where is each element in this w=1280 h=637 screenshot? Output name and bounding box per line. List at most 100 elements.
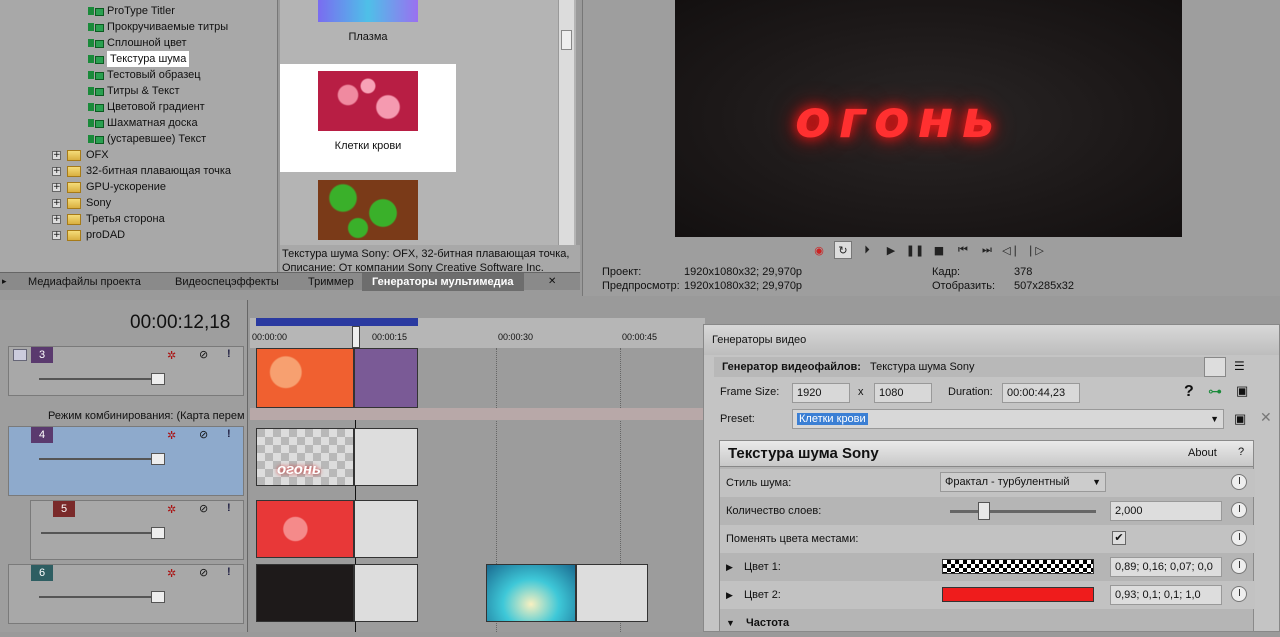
clip-tail[interactable] bbox=[576, 564, 648, 622]
clip-noise-orange[interactable] bbox=[256, 348, 354, 408]
loop-icon[interactable]: ↻ bbox=[834, 241, 852, 259]
level-slider[interactable] bbox=[39, 596, 159, 598]
play-from-start-icon[interactable]: ⏵ bbox=[858, 241, 876, 259]
solo-icon[interactable]: ! bbox=[227, 502, 231, 514]
stop-icon[interactable]: ■ bbox=[930, 241, 948, 259]
color2-swatch[interactable] bbox=[942, 587, 1094, 602]
keyframe-icon[interactable] bbox=[1231, 502, 1247, 518]
tree-folder[interactable]: + proDAD bbox=[52, 227, 125, 243]
color1-field[interactable]: 0,89; 0,16; 0,07; 0,0 bbox=[1110, 557, 1222, 577]
noise-style-dropdown[interactable]: Фрактал - турбулентный ▼ bbox=[940, 472, 1106, 492]
expand-icon[interactable]: + bbox=[52, 214, 61, 224]
playhead-handle[interactable] bbox=[352, 326, 360, 348]
timeline-ruler[interactable]: 00:00:00 00:00:15 00:00:30 00:00:45 bbox=[250, 318, 705, 348]
color2-field[interactable]: 0,93; 0,1; 0,1; 1,0 bbox=[1110, 585, 1222, 605]
play-icon[interactable]: ▶ bbox=[882, 241, 900, 259]
tab-close-icon[interactable]: ✕ bbox=[548, 276, 556, 287]
scroll-thumb[interactable] bbox=[561, 30, 572, 50]
expand-icon[interactable]: + bbox=[52, 182, 61, 192]
thumb-blood-cells[interactable]: Клетки крови bbox=[280, 64, 456, 172]
tab-media-generators[interactable]: Генераторы мультимедиа bbox=[362, 273, 524, 291]
clip-tail[interactable] bbox=[354, 564, 418, 622]
about-button[interactable]: About bbox=[1188, 447, 1217, 459]
preset-dropdown[interactable]: Клетки крови ▼ bbox=[792, 409, 1224, 429]
solo-icon[interactable]: ! bbox=[227, 566, 231, 578]
level-slider[interactable] bbox=[39, 378, 159, 380]
tab-scroll-icon[interactable]: ▸ bbox=[2, 276, 7, 287]
track-header-child[interactable]: 5 ✲ ⊘ ! bbox=[30, 500, 244, 560]
track-header[interactable]: 3 ✲ ⊘ ! bbox=[8, 346, 244, 396]
clip-noise-red[interactable] bbox=[256, 500, 354, 558]
tree-item[interactable]: Цветовой градиент bbox=[88, 99, 205, 115]
fx-icon[interactable]: ✲ bbox=[167, 567, 176, 580]
track-header[interactable]: 6 ✲ ⊘ ! bbox=[8, 564, 244, 624]
keyframe-icon[interactable] bbox=[1231, 530, 1247, 546]
solo-icon[interactable]: ! bbox=[227, 348, 231, 360]
duration-field[interactable]: 00:00:44,23 bbox=[1002, 383, 1080, 403]
width-field[interactable]: 1920 bbox=[792, 383, 850, 403]
thumb-plasma[interactable]: Плазма bbox=[280, 0, 456, 62]
help-button[interactable]: ? bbox=[1238, 446, 1244, 458]
tree-item[interactable]: Шахматная доска bbox=[88, 115, 198, 131]
layers-slider[interactable] bbox=[950, 510, 1096, 513]
tree-item-selected[interactable]: Текстура шума bbox=[88, 51, 190, 67]
fx-icon[interactable]: ✲ bbox=[167, 429, 176, 442]
expand-arrow-icon[interactable]: ▶ bbox=[726, 562, 733, 572]
view-toggle-icon[interactable] bbox=[1204, 357, 1226, 377]
clip-text[interactable]: огонь bbox=[256, 428, 354, 486]
next-frame-icon[interactable]: ⏭ bbox=[978, 241, 996, 259]
rewind-icon[interactable]: ◁❘ bbox=[1002, 241, 1020, 259]
record-icon[interactable]: ◉ bbox=[810, 241, 828, 259]
mute-icon[interactable]: ⊘ bbox=[199, 566, 208, 579]
tree-item[interactable]: Тестовый образец bbox=[88, 67, 201, 83]
height-field[interactable]: 1080 bbox=[874, 383, 932, 403]
expand-arrow-icon[interactable]: ▶ bbox=[726, 590, 733, 600]
frequency-row[interactable]: ▼ Частота bbox=[720, 609, 1255, 637]
tree-folder[interactable]: + Третья сторона bbox=[52, 211, 165, 227]
level-thumb[interactable] bbox=[151, 527, 165, 539]
tree-folder[interactable]: +32-битная плавающая точка bbox=[52, 163, 231, 179]
level-thumb[interactable] bbox=[151, 373, 165, 385]
delete-preset-icon[interactable]: ✕ bbox=[1260, 409, 1272, 426]
track-menu-icon[interactable] bbox=[13, 349, 27, 361]
tab-trimmer[interactable]: Триммер bbox=[298, 273, 364, 291]
fx-icon[interactable]: ✲ bbox=[167, 349, 176, 362]
expand-icon[interactable]: + bbox=[52, 150, 61, 160]
clip-dark[interactable] bbox=[256, 564, 354, 622]
tab-video-fx[interactable]: Видеоспецэффекты bbox=[165, 273, 289, 291]
thumbnails-scrollbar[interactable] bbox=[558, 0, 574, 245]
solo-icon[interactable]: ! bbox=[227, 428, 231, 440]
tree-item[interactable]: Прокручиваемые титры bbox=[88, 19, 228, 35]
tree-item[interactable]: Титры & Текст bbox=[88, 83, 180, 99]
prev-frame-icon[interactable]: ⏮ bbox=[954, 241, 972, 259]
keyframe-icon[interactable] bbox=[1231, 586, 1247, 602]
tab-project-media[interactable]: Медиафайлы проекта bbox=[18, 273, 151, 291]
help-icon[interactable]: ? bbox=[1184, 383, 1194, 401]
save-icon[interactable]: ▣ bbox=[1236, 383, 1248, 399]
keyframe-icon[interactable] bbox=[1231, 474, 1247, 490]
clip-tail[interactable] bbox=[354, 348, 418, 408]
plugin-chain-icon[interactable]: ⊶ bbox=[1208, 383, 1222, 400]
mute-icon[interactable]: ⊘ bbox=[199, 502, 208, 515]
clip-tail[interactable] bbox=[354, 500, 418, 558]
track-header-selected[interactable]: 4 ✲ ⊘ ! bbox=[8, 426, 244, 496]
mute-icon[interactable]: ⊘ bbox=[199, 428, 208, 441]
forward-icon[interactable]: ❘▷ bbox=[1026, 241, 1044, 259]
save-preset-icon[interactable]: ▣ bbox=[1234, 411, 1246, 427]
list-view-icon[interactable]: ☰ bbox=[1234, 359, 1245, 373]
tree-folder[interactable]: + GPU-ускорение bbox=[52, 179, 166, 195]
tree-item[interactable]: (устаревшее) Текст bbox=[88, 131, 206, 147]
layers-slider-thumb[interactable] bbox=[978, 502, 990, 520]
tree-folder[interactable]: + OFX bbox=[52, 147, 109, 163]
color1-swatch[interactable] bbox=[942, 559, 1094, 574]
level-thumb[interactable] bbox=[151, 453, 165, 465]
expand-icon[interactable]: + bbox=[52, 198, 61, 208]
pause-icon[interactable]: ❚❚ bbox=[906, 241, 924, 259]
tree-item[interactable]: ProType Titler bbox=[88, 3, 175, 19]
loop-region[interactable] bbox=[256, 318, 418, 326]
level-slider[interactable] bbox=[39, 458, 159, 460]
mute-icon[interactable]: ⊘ bbox=[199, 348, 208, 361]
expand-icon[interactable]: + bbox=[52, 166, 61, 176]
layers-field[interactable]: 2,000 bbox=[1110, 501, 1222, 521]
tree-item[interactable]: Сплошной цвет bbox=[88, 35, 187, 51]
